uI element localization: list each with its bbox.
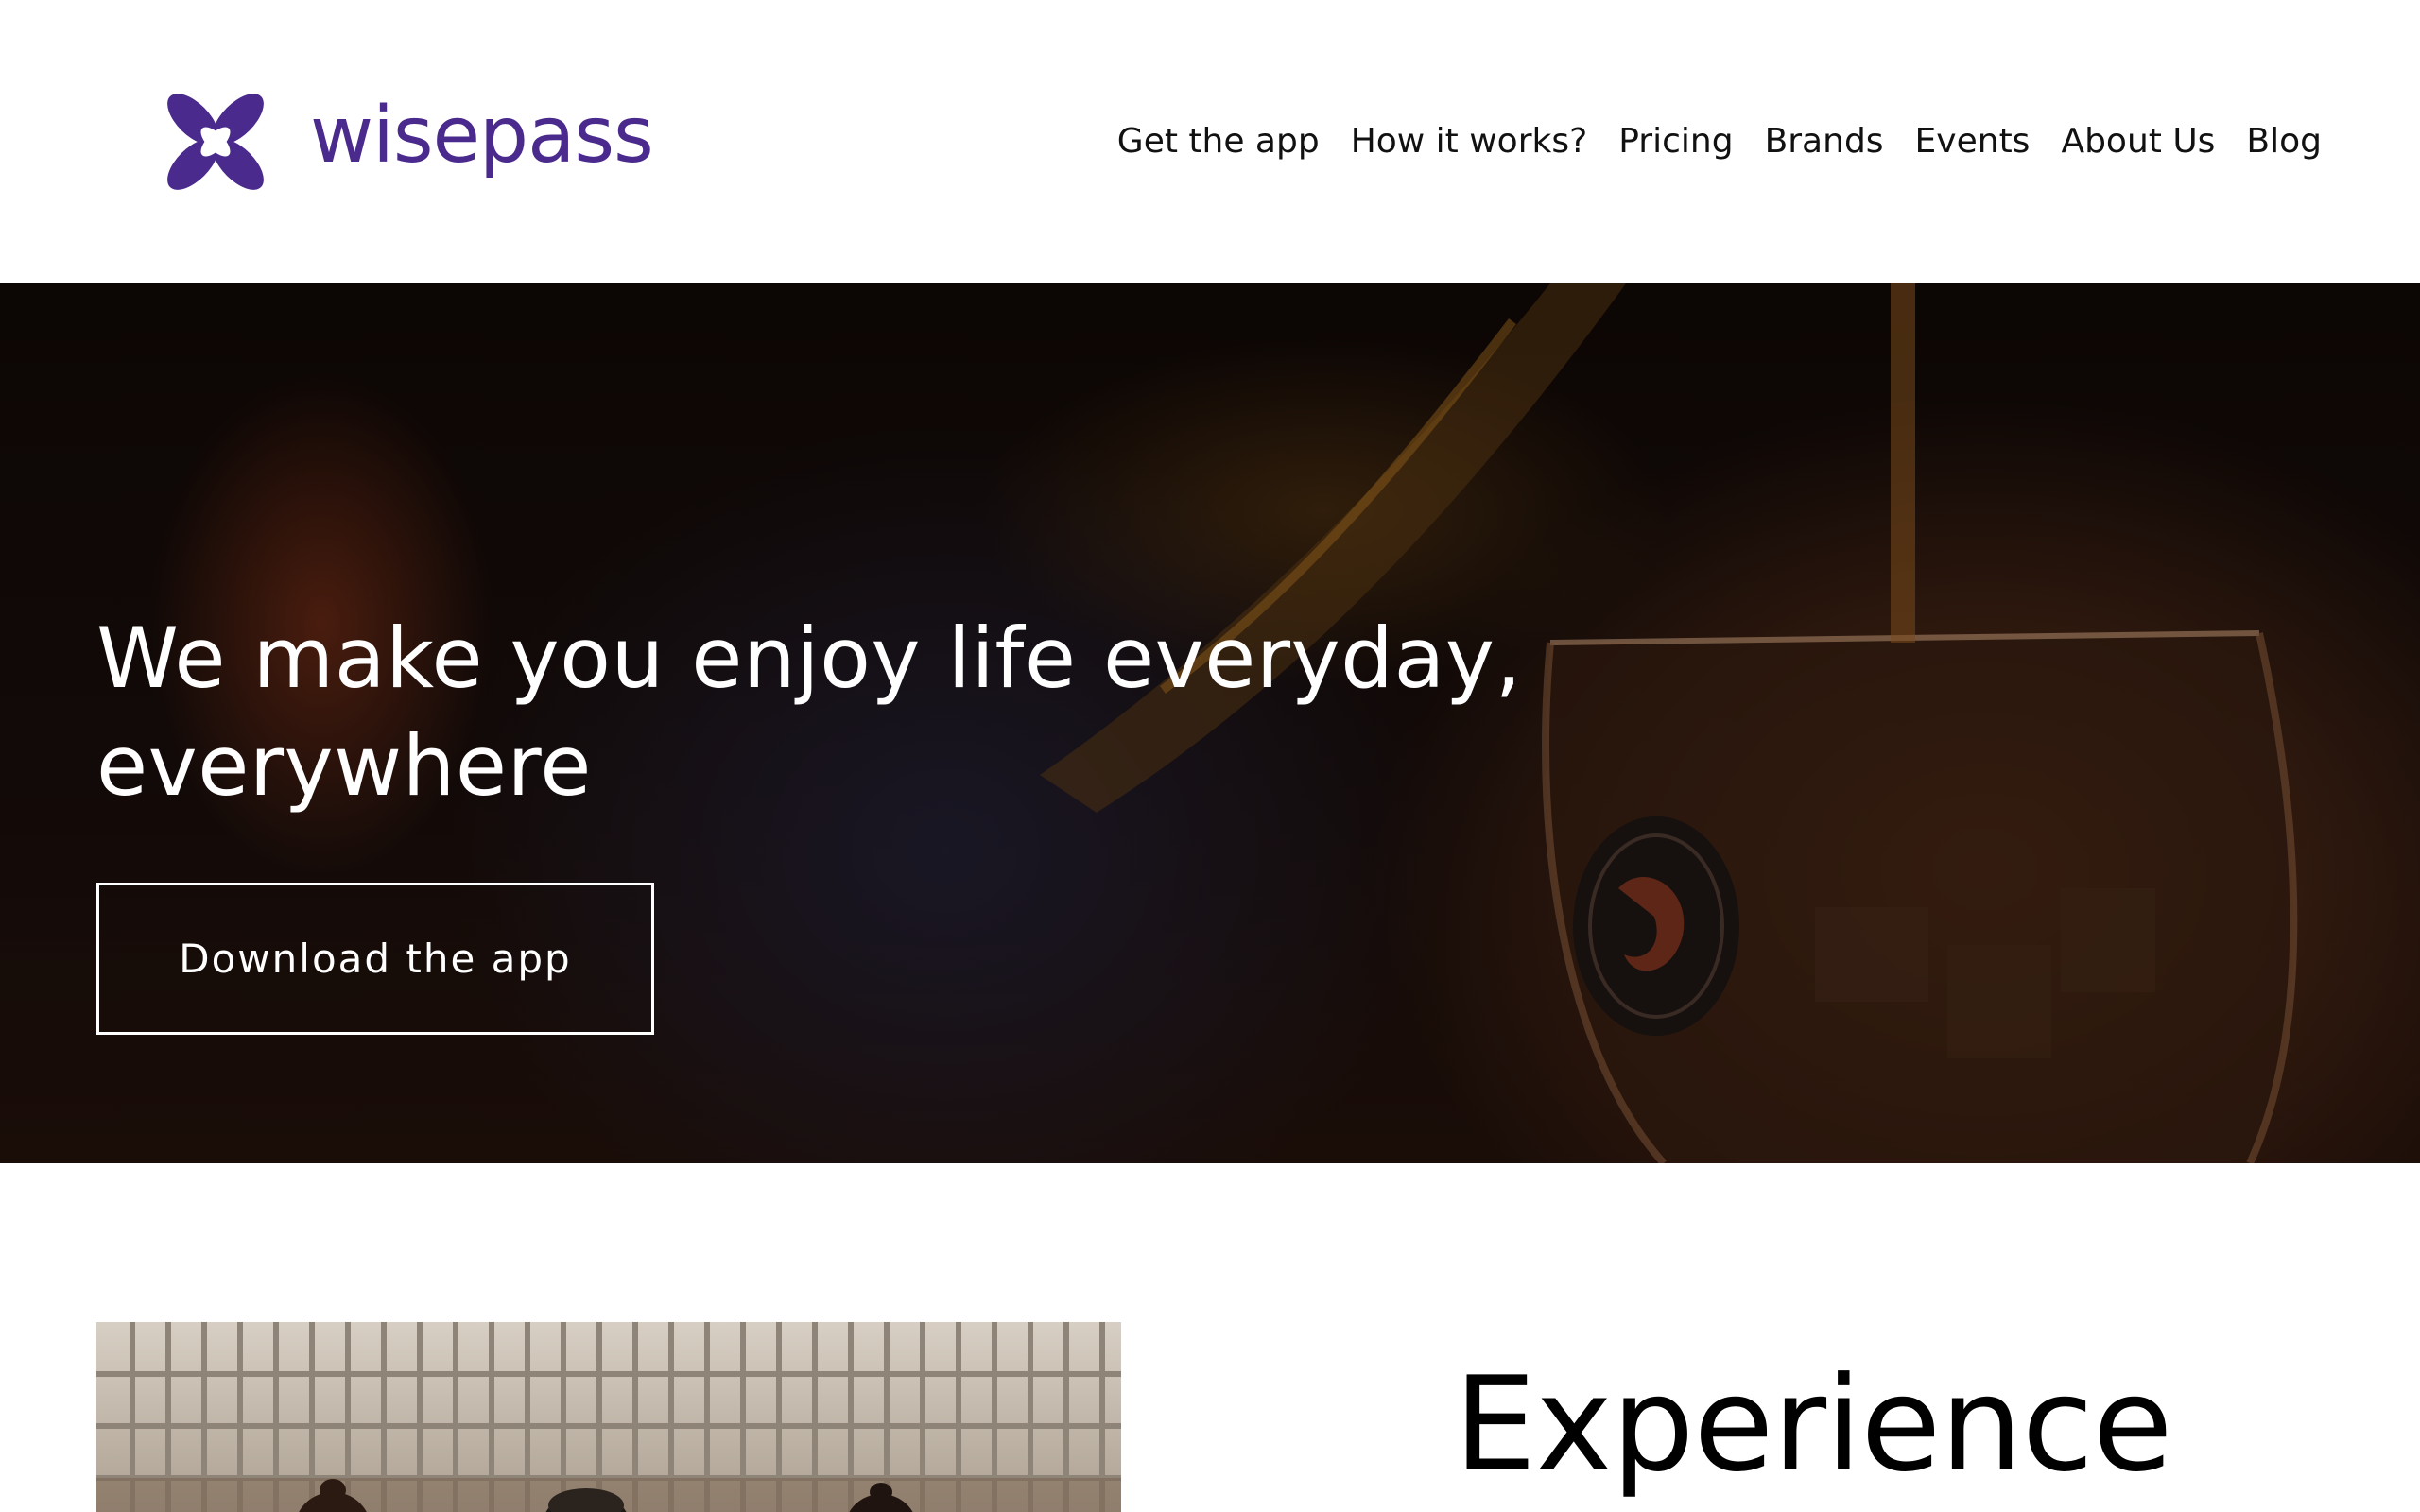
nav-pricing[interactable]: Pricing bbox=[1618, 117, 1733, 166]
nav-get-the-app[interactable]: Get the app bbox=[1117, 117, 1320, 166]
main-nav: Get the app How it works? Pricing Brands… bbox=[1117, 117, 2322, 166]
nav-brands[interactable]: Brands bbox=[1765, 117, 1884, 166]
nav-how-it-works[interactable]: How it works? bbox=[1351, 117, 1588, 166]
experience-section: Experience bbox=[0, 1163, 2420, 1512]
brand-name: wisepass bbox=[310, 91, 654, 180]
nav-blog[interactable]: Blog bbox=[2246, 117, 2322, 166]
hero-banner: We make you enjoy life everyday, everywh… bbox=[0, 284, 2420, 1163]
hero-heading: We make you enjoy life everyday, everywh… bbox=[96, 610, 1522, 815]
wisepass-logo-icon bbox=[167, 94, 264, 190]
nav-about-us[interactable]: About Us bbox=[2061, 117, 2215, 166]
site-header: wisepass Get the app How it works? Prici… bbox=[0, 0, 2420, 284]
nav-events[interactable]: Events bbox=[1915, 117, 2031, 166]
experience-title: Experience bbox=[1454, 1349, 2173, 1501]
brand-logo-link[interactable]: wisepass bbox=[157, 83, 654, 200]
download-app-button[interactable]: Download the app bbox=[96, 883, 654, 1035]
people-photo bbox=[96, 1322, 1121, 1512]
people-photo-image bbox=[96, 1322, 1121, 1512]
